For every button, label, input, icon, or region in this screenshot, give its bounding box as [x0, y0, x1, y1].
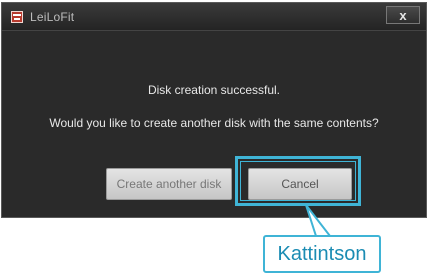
- window-title: LeiLoFit: [30, 10, 75, 24]
- app-logo-icon: [11, 11, 23, 23]
- screenshot-stage: LeiLoFit x Disk creation successful. Wou…: [0, 0, 433, 280]
- message-secondary: Would you like to create another disk wi…: [49, 116, 379, 130]
- message-primary: Disk creation successful.: [147, 83, 281, 97]
- create-another-disk-button[interactable]: Create another disk: [106, 168, 232, 200]
- close-icon: x: [399, 8, 407, 23]
- callout-label: Kattintson: [263, 235, 381, 273]
- title-bar: LeiLoFit x: [2, 3, 426, 31]
- cancel-button[interactable]: Cancel: [248, 168, 352, 200]
- dialog-window: LeiLoFit x Disk creation successful. Wou…: [1, 2, 427, 218]
- close-button[interactable]: x: [386, 6, 420, 24]
